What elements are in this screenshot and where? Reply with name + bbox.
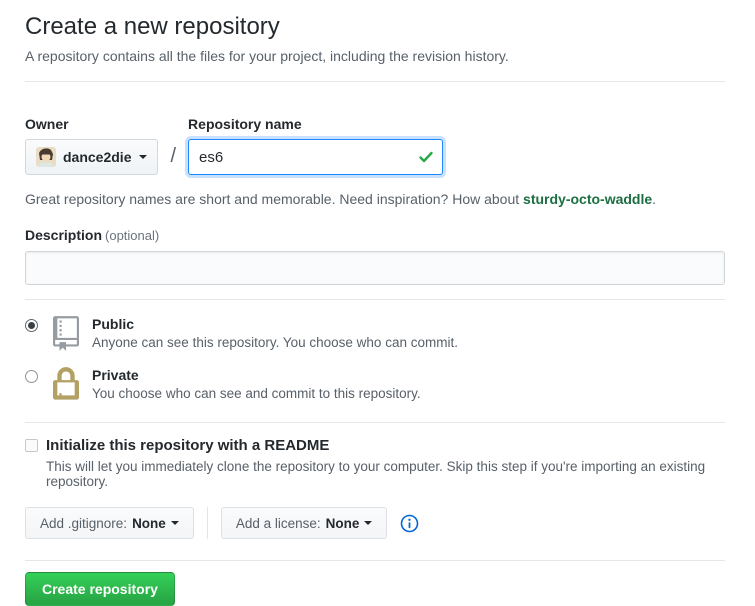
template-dropdowns: Add .gitignore: None Add a license: None <box>25 507 725 539</box>
check-icon <box>419 151 433 163</box>
page-subtitle: A repository contains all the files for … <box>25 48 509 64</box>
gitignore-prefix: Add .gitignore: <box>40 515 128 531</box>
owner-username: dance2die <box>63 149 132 165</box>
footer-divider <box>25 560 725 561</box>
repo-book-icon <box>53 316 79 351</box>
gitignore-value: None <box>132 515 166 531</box>
readme-section: Initialize this repository with a README… <box>25 437 725 489</box>
repo-name-label: Repository name <box>188 116 302 132</box>
readme-label: Initialize this repository with a README <box>46 437 330 454</box>
caret-down-icon <box>170 521 179 529</box>
caret-down-icon <box>139 155 148 163</box>
description-divider <box>25 299 725 300</box>
readme-checkbox[interactable] <box>25 439 38 452</box>
info-icon[interactable] <box>400 514 419 533</box>
license-value: None <box>325 515 360 531</box>
repo-name-column: Repository name <box>188 116 444 175</box>
lock-icon <box>53 367 79 400</box>
public-radio[interactable] <box>25 319 38 332</box>
header-divider <box>25 81 725 82</box>
dropdown-separator <box>206 507 208 539</box>
description-label: Description (optional) <box>25 227 160 243</box>
description-optional-note: (optional) <box>105 228 160 243</box>
private-option-text: Private You choose who can see and commi… <box>92 367 421 401</box>
page-title: Create a new repository <box>25 13 280 40</box>
license-prefix: Add a license: <box>235 515 321 531</box>
name-suggestion: Great repository names are short and mem… <box>25 191 725 207</box>
suggestion-period: . <box>652 191 657 207</box>
gitignore-dropdown-button[interactable]: Add .gitignore: None <box>25 507 194 539</box>
license-dropdown-button[interactable]: Add a license: None <box>220 507 388 539</box>
description-input[interactable] <box>25 251 725 285</box>
visibility-option-private: Private You choose who can see and commi… <box>25 367 725 402</box>
readme-note: This will let you immediately clone the … <box>46 459 706 489</box>
suggestion-text: Great repository names are short and mem… <box>25 191 524 207</box>
owner-column: Owner dance2die <box>25 116 159 175</box>
caret-down-icon <box>364 521 373 529</box>
visibility-divider <box>25 422 725 423</box>
private-description: You choose who can see and commit to thi… <box>92 386 421 401</box>
description-section: Description (optional) <box>25 227 725 285</box>
visibility-option-public: Public Anyone can see this repository. Y… <box>25 316 725 351</box>
public-option-text: Public Anyone can see this repository. Y… <box>92 316 458 350</box>
avatar <box>36 147 56 167</box>
repo-name-section: Owner dance2die / Repository name <box>25 116 725 175</box>
suggestion-link[interactable]: sturdy-octo-waddle <box>523 191 652 207</box>
owner-repo-separator: / <box>170 145 177 167</box>
repo-name-input[interactable] <box>188 139 444 175</box>
owner-select-button[interactable]: dance2die <box>25 139 159 175</box>
private-label: Private <box>92 367 139 383</box>
public-label: Public <box>92 316 135 332</box>
create-repository-button[interactable]: Create repository <box>25 572 175 606</box>
owner-label: Owner <box>25 116 69 132</box>
private-radio[interactable] <box>25 370 38 383</box>
create-repository-page: Create a new repository A repository con… <box>0 0 755 606</box>
public-description: Anyone can see this repository. You choo… <box>92 335 458 350</box>
